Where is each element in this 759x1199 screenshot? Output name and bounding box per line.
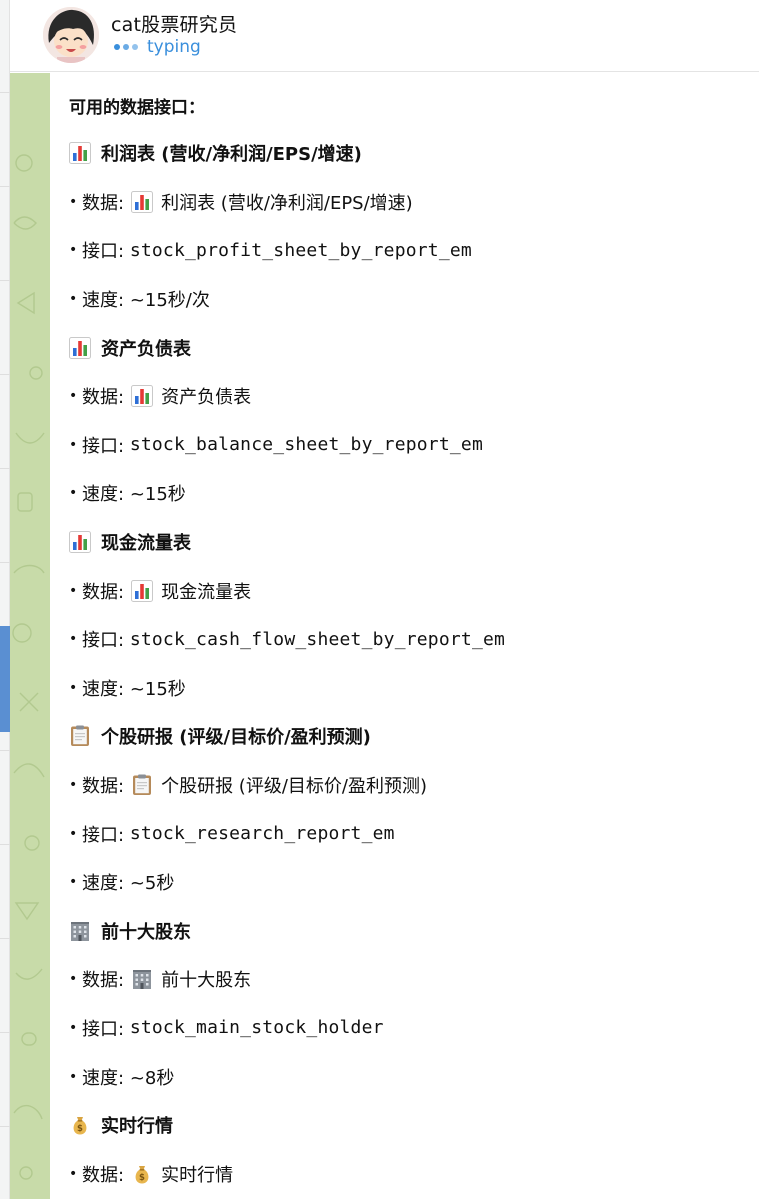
speed-label: 速度:: [82, 290, 125, 312]
data-label: 数据:: [82, 1164, 125, 1186]
api-label: 接口:: [82, 1018, 125, 1040]
list-item-api: • 接口: stock_research_report_em: [69, 809, 759, 858]
section-title-label: 实时行情: [101, 1116, 173, 1138]
bar-chart-icon: [69, 531, 91, 553]
section-title-research: 个股研报 (评级/目标价/盈利预测): [69, 712, 759, 761]
list-item-speed: • 速度: ~8秒: [69, 1052, 759, 1101]
bar-chart-icon: [131, 580, 153, 602]
data-label: 数据:: [82, 970, 125, 992]
typing-label: typing: [147, 37, 201, 57]
list-item-speed: • 速度: ~15秒/次: [69, 275, 759, 324]
selected-chat-indicator[interactable]: [0, 626, 10, 732]
section-title-shareholders: 前十大股东: [69, 907, 759, 956]
list-item-data: • 数据: 前十大股东: [69, 955, 759, 1004]
api-label: 接口:: [82, 435, 125, 457]
data-label: 数据:: [82, 581, 125, 603]
speed-label: 速度:: [82, 484, 125, 506]
clipboard-icon: [131, 774, 153, 796]
speed-value: ~15秒: [129, 484, 186, 506]
list-item-speed: • 速度: ~15秒: [69, 664, 759, 713]
speed-label: 速度:: [82, 678, 125, 700]
chat-title[interactable]: cat股票研究员: [111, 10, 237, 37]
list-item-api: • 接口: stock_main_stock_holder: [69, 1004, 759, 1053]
api-name: stock_research_report_em: [129, 823, 395, 845]
section-title-label: 前十大股东: [101, 921, 191, 943]
list-item-speed: • 速度: ~15秒: [69, 469, 759, 518]
data-label: 数据:: [82, 776, 125, 798]
chat-list-pane-edge: [0, 0, 10, 1199]
section-title-cashflow: 现金流量表: [69, 518, 759, 567]
section-title-label: 现金流量表: [101, 533, 191, 555]
data-label: 数据:: [82, 192, 125, 214]
message-bubble[interactable]: 可用的数据接口： 利润表 (营收/净利润/EPS/增速) • 数据: 利润表 (营…: [50, 73, 759, 1199]
chat-area: 可用的数据接口： 利润表 (营收/净利润/EPS/增速) • 数据: 利润表 (营…: [10, 73, 759, 1199]
section-title-label: 利润表 (营收/净利润/EPS/增速): [101, 144, 362, 166]
data-value: 个股研报 (评级/目标价/盈利预测): [161, 776, 427, 798]
telegram-chat-window: cat股票研究员 typing 可用的数据接口： 利润表 (营收/净利润/EPS…: [0, 0, 759, 1199]
api-label: 接口:: [82, 630, 125, 652]
list-item-data: • 数据: 实时行情: [69, 1149, 759, 1198]
bar-chart-icon: [131, 191, 153, 213]
data-value: 现金流量表: [161, 581, 252, 603]
clipboard-icon: [69, 725, 91, 747]
list-item-speed: • 速度: ~5秒: [69, 858, 759, 907]
list-item-data: • 数据: 现金流量表: [69, 566, 759, 615]
list-item-data: • 数据: 资产负债表: [69, 372, 759, 421]
typing-status: typing: [114, 37, 201, 57]
list-item-api: • 接口: stock_cash_flow_sheet_by_report_em: [69, 615, 759, 664]
speed-label: 速度:: [82, 1067, 125, 1089]
money-bag-icon: [131, 1163, 153, 1185]
api-name: stock_cash_flow_sheet_by_report_em: [129, 628, 506, 650]
typing-dots-icon: [114, 44, 138, 50]
list-item-api: • 接口: stock_balance_sheet_by_report_em: [69, 421, 759, 470]
api-name: stock_balance_sheet_by_report_em: [129, 434, 483, 456]
office-building-icon: [69, 920, 91, 942]
api-label: 接口:: [82, 824, 125, 846]
speed-label: 速度:: [82, 873, 125, 895]
chat-header: cat股票研究员 typing: [10, 0, 759, 72]
speed-value: ~8秒: [129, 1067, 175, 1089]
speed-value: ~15秒/次: [129, 290, 210, 312]
api-name: stock_main_stock_holder: [129, 1017, 384, 1039]
bar-chart-icon: [131, 385, 153, 407]
section-title-profit: 利润表 (营收/净利润/EPS/增速): [69, 129, 759, 178]
list-item-data: • 数据: 个股研报 (评级/目标价/盈利预测): [69, 761, 759, 810]
data-value: 资产负债表: [161, 387, 252, 409]
office-building-icon: [131, 968, 153, 990]
section-title-label: 资产负债表: [101, 338, 191, 360]
speed-value: ~5秒: [129, 873, 175, 895]
data-value: 实时行情: [161, 1164, 234, 1186]
api-label: 接口:: [82, 241, 125, 263]
money-bag-icon: [69, 1114, 91, 1136]
speed-value: ~15秒: [129, 678, 186, 700]
avatar[interactable]: [43, 7, 99, 63]
section-title-realtime: 实时行情: [69, 1101, 759, 1150]
section-title-label: 个股研报 (评级/目标价/盈利预测): [101, 727, 371, 749]
bar-chart-icon: [69, 337, 91, 359]
intro-text: 可用的数据接口：: [69, 98, 205, 118]
data-label: 数据:: [82, 387, 125, 409]
bar-chart-icon: [69, 142, 91, 164]
avatar-cartoon-girl-icon: [43, 7, 99, 63]
api-name: stock_profit_sheet_by_report_em: [129, 239, 472, 261]
section-title-balance: 资产负债表: [69, 323, 759, 372]
doodle-wallpaper: [10, 73, 50, 1199]
data-value: 前十大股东: [161, 970, 252, 992]
list-item-api: • 接口: stock_profit_sheet_by_report_em: [69, 226, 759, 275]
list-item-data: • 数据: 利润表 (营收/净利润/EPS/增速): [69, 178, 759, 227]
data-value: 利润表 (营收/净利润/EPS/增速): [161, 192, 413, 214]
